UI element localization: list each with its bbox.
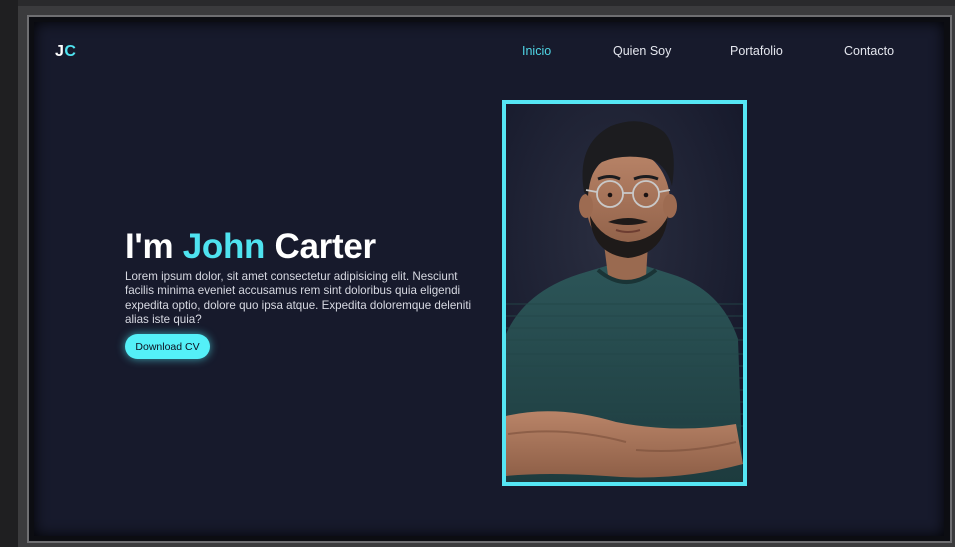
download-cv-button[interactable]: Download CV (125, 334, 210, 359)
frame-left-border (0, 0, 18, 547)
portfolio-page: JC Inicio Quien Soy Portafolio Contacto … (34, 22, 944, 536)
hero-title-prefix: I'm (125, 227, 183, 266)
main-nav: Inicio Quien Soy Portafolio Contacto (34, 44, 944, 64)
nav-item-portafolio[interactable]: Portafolio (730, 44, 783, 58)
nav-item-inicio[interactable]: Inicio (522, 44, 551, 58)
profile-photo-frame (502, 100, 747, 486)
hero-title-last-name: Carter (265, 227, 377, 266)
hero-title-first-name: John (182, 227, 266, 266)
nav-item-quien-soy[interactable]: Quien Soy (613, 44, 671, 58)
hero-description: Lorem ipsum dolor, sit amet consectetur … (125, 270, 472, 326)
profile-photo (506, 104, 743, 482)
hero-title: I'm John Carter (125, 227, 376, 267)
frame-top-border (0, 0, 955, 6)
nav-item-contacto[interactable]: Contacto (844, 44, 894, 58)
